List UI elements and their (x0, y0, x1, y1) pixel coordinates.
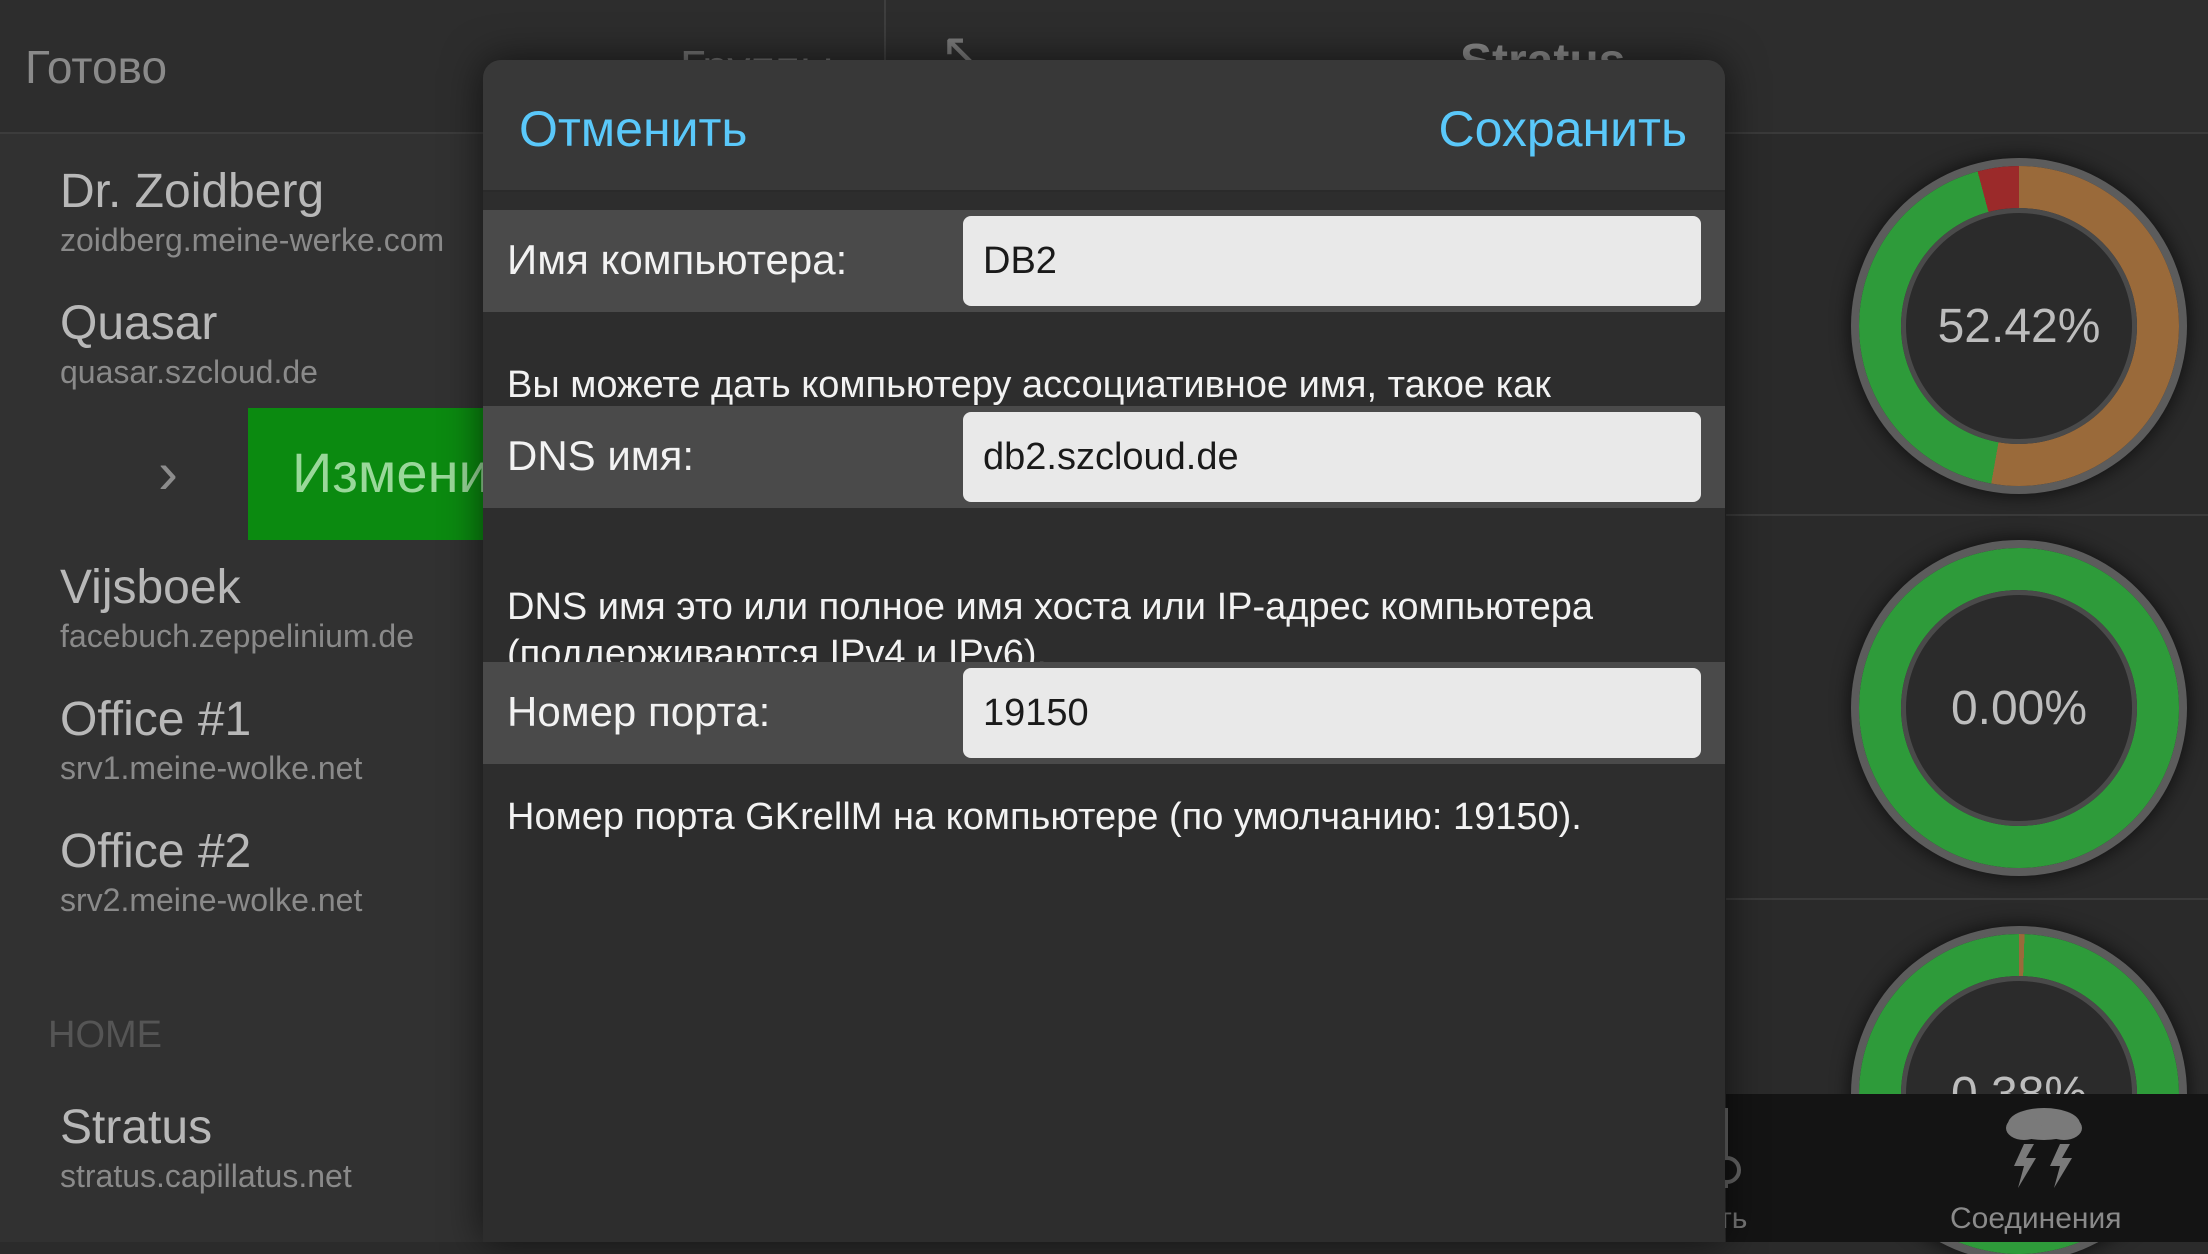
server-item-quasar[interactable]: Quasar quasar.szcloud.de (60, 296, 318, 392)
port-number-row: Номер порта: (483, 662, 1725, 764)
server-item-dr-zoidberg[interactable]: Dr. Zoidberg zoidberg.meine-werke.com (60, 164, 444, 260)
computer-name-input[interactable] (963, 216, 1701, 306)
row-divider (1726, 898, 2208, 900)
row-divider (1726, 514, 2208, 516)
server-name: Office #2 (60, 825, 252, 878)
gauge-value: 52.42% (1901, 208, 2137, 444)
server-host: stratus.capillatus.net (60, 1158, 352, 1194)
server-name: Dr. Zoidberg (60, 165, 325, 218)
computer-name-row: Имя компьютера: (483, 210, 1725, 312)
storm-cloud-icon[interactable] (1994, 1102, 2094, 1192)
save-button[interactable]: Сохранить (1439, 100, 1687, 158)
server-host: quasar.szcloud.de (60, 354, 318, 390)
server-host: zoidberg.meine-werke.com (60, 222, 445, 258)
gauge-value: 0.00% (1901, 590, 2137, 826)
server-name: Quasar (60, 297, 218, 350)
server-host: srv2.meine-wolke.net (60, 882, 363, 918)
dns-name-row: DNS имя: (483, 406, 1725, 508)
server-host: facebuch.zeppelinium.de (60, 618, 415, 654)
tab-connections[interactable]: Соединения (1950, 1202, 2121, 1236)
port-number-description: Номер порта GKrellM на компьютере (по ум… (507, 796, 1582, 838)
port-number-label: Номер порта: (507, 688, 771, 735)
section-header-home: HOME (48, 1014, 162, 1056)
done-button[interactable]: Готово (25, 40, 167, 94)
server-name: Stratus (60, 1101, 213, 1154)
modal-header: Отменить Сохранить (483, 60, 1725, 192)
dns-name-input[interactable] (963, 412, 1701, 502)
server-item-office-2[interactable]: Office #2 srv2.meine-wolke.net (60, 824, 362, 920)
port-number-input[interactable] (963, 668, 1701, 758)
edit-computer-modal: Отменить Сохранить Имя компьютера: Вы мо… (483, 60, 1725, 1242)
server-item-stratus[interactable]: Stratus stratus.capillatus.net (60, 1100, 352, 1196)
load-gauge: 0.00% (1859, 548, 2179, 868)
server-item-office-1[interactable]: Office #1 srv1.meine-wolke.net (60, 692, 362, 788)
server-name: Vijsboek (60, 561, 241, 614)
computer-name-label: Имя компьютера: (507, 236, 848, 283)
dns-name-label: DNS имя: (507, 432, 695, 479)
chevron-right-icon: › (158, 439, 178, 506)
server-name: Office #1 (60, 693, 252, 746)
server-host: srv1.meine-wolke.net (60, 750, 363, 786)
server-item-vijsboek[interactable]: Vijsboek facebuch.zeppelinium.de (60, 560, 414, 656)
cpu-gauge: 52.42% (1859, 166, 2179, 486)
cancel-button[interactable]: Отменить (519, 100, 747, 158)
